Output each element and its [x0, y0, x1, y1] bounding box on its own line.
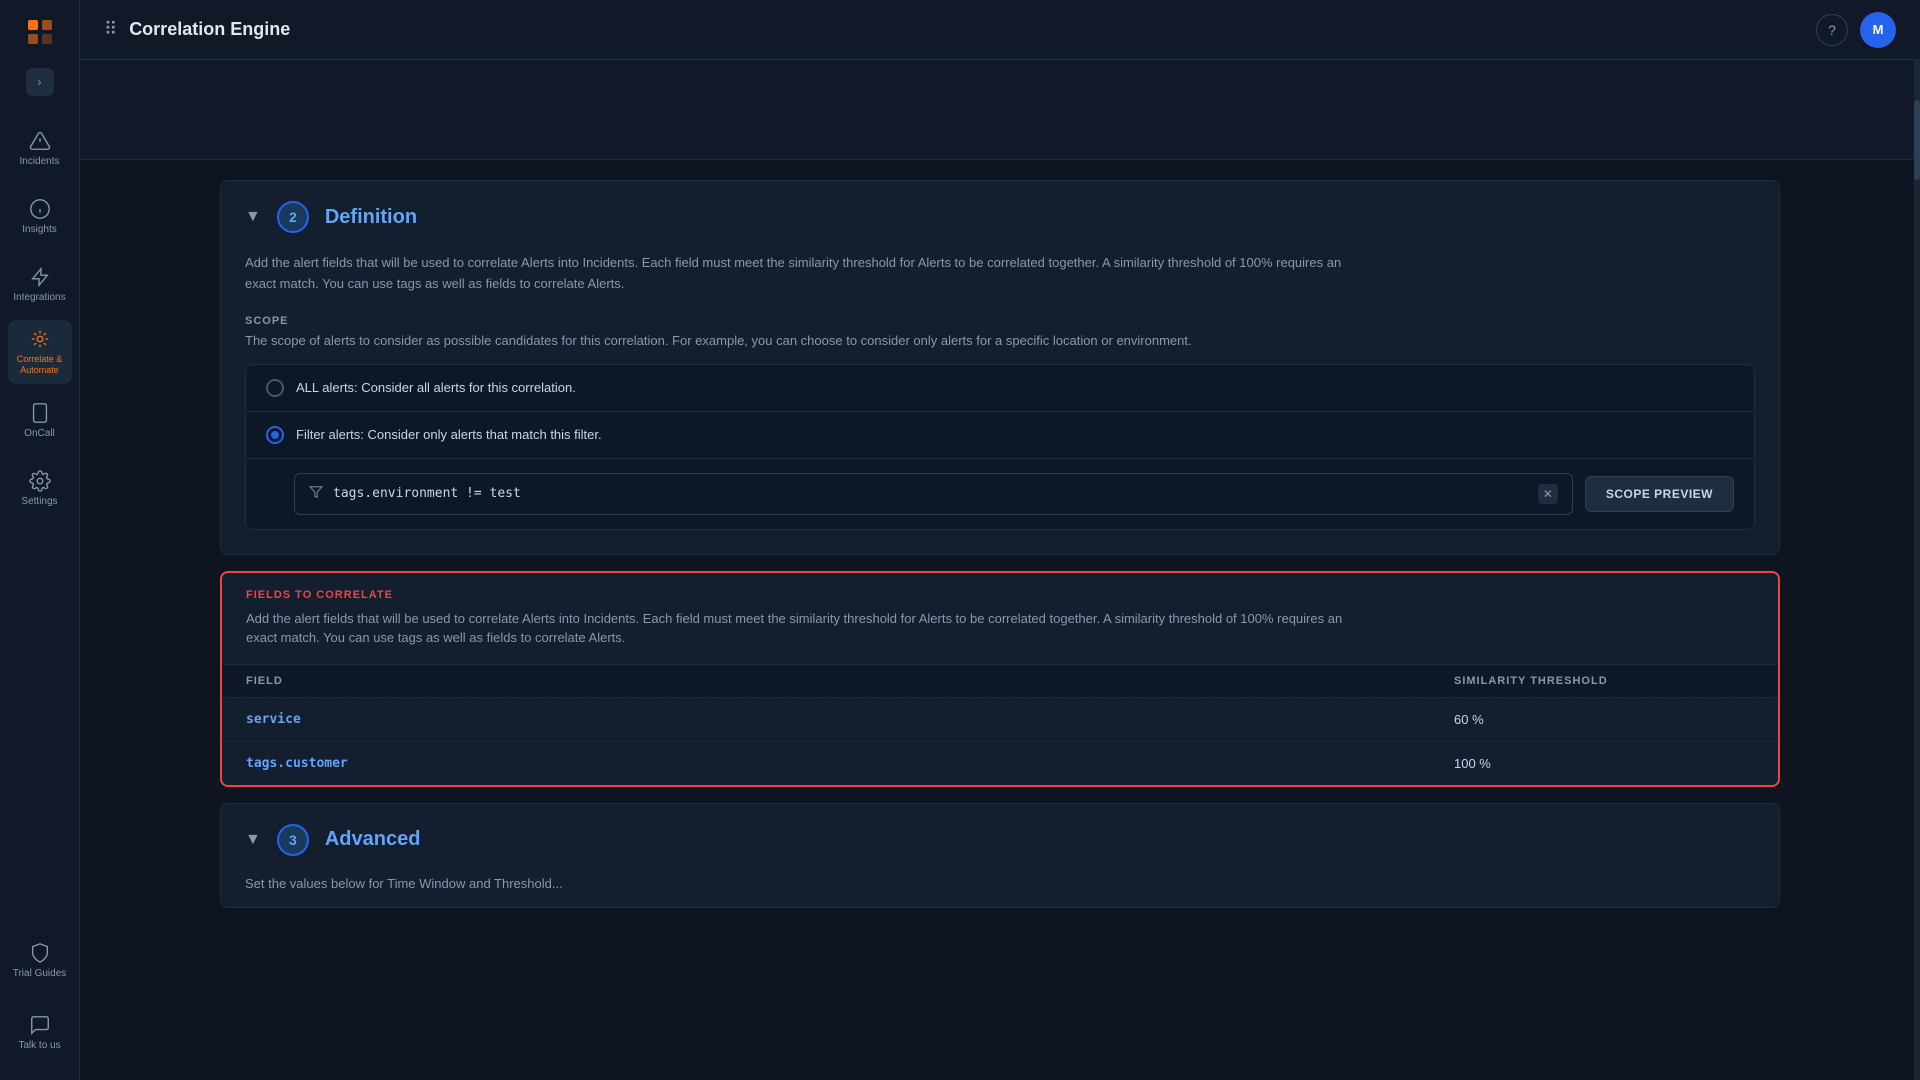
talk-to-us-icon — [29, 1014, 51, 1036]
help-button[interactable]: ? — [1816, 14, 1848, 46]
table-row: tags.customer 100 % — [222, 741, 1778, 785]
sidebar-item-oncall[interactable]: OnCall — [8, 388, 72, 452]
sidebar-item-integrations-label: Integrations — [13, 292, 65, 303]
definition-description: Add the alert fields that will be used t… — [245, 253, 1345, 295]
advanced-section-body: Set the values below for Time Window and… — [221, 876, 1779, 907]
scrollbar-thumb[interactable] — [1914, 100, 1920, 180]
definition-section-header[interactable]: ▼ 2 Definition — [221, 181, 1779, 253]
filter-input-row: tags.environment != test ✕ SCOPE PREVIEW — [246, 458, 1754, 529]
scrollbar-track[interactable] — [1914, 60, 1920, 1080]
sidebar-item-correlate-label: Correlate &Automate — [17, 354, 63, 376]
radio-all[interactable] — [266, 379, 284, 397]
table-row: service 60 % — [222, 697, 1778, 741]
sidebar-item-trial-guides[interactable]: Trial Guides — [8, 928, 72, 992]
sidebar: › Incidents Insights Integrations Correl… — [0, 0, 80, 1080]
field-name-service: service — [246, 712, 1454, 727]
sidebar-item-talk-to-us[interactable]: Talk to us — [8, 1000, 72, 1064]
sidebar-collapse-button[interactable]: › — [26, 68, 54, 96]
sidebar-item-settings-label: Settings — [21, 496, 57, 507]
fields-to-correlate-wrapper: FIELDS TO CORRELATE Add the alert fields… — [220, 571, 1780, 787]
sidebar-item-correlate[interactable]: Correlate &Automate — [8, 320, 72, 384]
gear-icon — [29, 470, 51, 492]
scope-label: SCOPE — [245, 315, 1755, 327]
sidebar-bottom: Trial Guides Talk to us — [8, 928, 72, 1068]
scope-option-filter[interactable]: Filter alerts: Consider only alerts that… — [246, 411, 1754, 458]
definition-collapse-icon[interactable]: ▼ — [245, 208, 261, 226]
advanced-collapse-icon[interactable]: ▼ — [245, 831, 261, 849]
field-threshold-tags-customer: 100 % — [1454, 756, 1754, 771]
trial-guides-icon — [29, 942, 51, 964]
user-avatar[interactable]: M — [1860, 12, 1896, 48]
definition-section-title: Definition — [325, 206, 417, 229]
sidebar-item-incidents[interactable]: Incidents — [8, 116, 72, 180]
definition-section-body: Add the alert fields that will be used t… — [221, 253, 1779, 554]
sidebar-item-insights[interactable]: Insights — [8, 184, 72, 248]
advanced-section: ▼ 3 Advanced Set the values below for Ti… — [220, 803, 1780, 908]
radio-filter[interactable] — [266, 426, 284, 444]
sidebar-item-trial-guides-label: Trial Guides — [13, 968, 67, 979]
scope-option-filter-label: Filter alerts: Consider only alerts that… — [296, 427, 602, 442]
advanced-section-title: Advanced — [325, 828, 421, 851]
filter-funnel-icon — [309, 485, 323, 502]
page-header: ⠿ Correlation Engine ? M — [80, 0, 1920, 60]
filter-input-container[interactable]: tags.environment != test ✕ — [294, 473, 1573, 515]
insights-icon — [29, 198, 51, 220]
incidents-icon — [29, 130, 51, 152]
sidebar-item-insights-label: Insights — [22, 224, 56, 235]
app-logo — [20, 12, 60, 52]
fields-table-header: FIELD SIMILARITY THRESHOLD — [222, 664, 1778, 697]
fields-to-correlate-label: FIELDS TO CORRELATE — [246, 589, 1754, 601]
page-content: ▼ 2 Definition Add the alert fields that… — [80, 60, 1920, 1080]
threshold-column-header: SIMILARITY THRESHOLD — [1454, 675, 1754, 687]
definition-section: ▼ 2 Definition Add the alert fields that… — [220, 180, 1780, 555]
correlate-icon — [29, 328, 51, 350]
scope-description: The scope of alerts to consider as possi… — [245, 333, 1755, 348]
sidebar-item-talk-to-us-label: Talk to us — [18, 1040, 60, 1051]
field-column-header: FIELD — [246, 675, 1454, 687]
scope-option-all[interactable]: ALL alerts: Consider all alerts for this… — [246, 365, 1754, 411]
sidebar-item-settings[interactable]: Settings — [8, 456, 72, 520]
fields-to-correlate-description: Add the alert fields that will be used t… — [246, 609, 1346, 648]
scope-options-container: ALL alerts: Consider all alerts for this… — [245, 364, 1755, 530]
sidebar-item-oncall-label: OnCall — [24, 428, 55, 439]
header-grid-icon: ⠿ — [104, 19, 117, 40]
advanced-section-number: 3 — [277, 824, 309, 856]
definition-section-number: 2 — [277, 201, 309, 233]
oncall-icon — [29, 402, 51, 424]
page-title: Correlation Engine — [129, 19, 290, 40]
sidebar-item-incidents-label: Incidents — [19, 156, 59, 167]
filter-clear-button[interactable]: ✕ — [1538, 484, 1558, 504]
fields-header-area: FIELDS TO CORRELATE Add the alert fields… — [222, 573, 1778, 648]
scope-option-all-label: ALL alerts: Consider all alerts for this… — [296, 380, 576, 395]
advanced-section-header[interactable]: ▼ 3 Advanced — [221, 804, 1779, 876]
filter-value: tags.environment != test — [333, 486, 1528, 501]
field-name-tags-customer: tags.customer — [246, 756, 1454, 771]
field-threshold-service: 60 % — [1454, 712, 1754, 727]
main-content: ⠿ Correlation Engine ? M ▼ 2 Definition … — [80, 0, 1920, 1080]
sidebar-item-integrations[interactable]: Integrations — [8, 252, 72, 316]
integrations-icon — [29, 266, 51, 288]
scope-preview-button[interactable]: SCOPE PREVIEW — [1585, 476, 1734, 512]
fields-to-correlate-container: FIELDS TO CORRELATE Add the alert fields… — [220, 571, 1780, 787]
collapsed-section-banner — [80, 60, 1920, 160]
